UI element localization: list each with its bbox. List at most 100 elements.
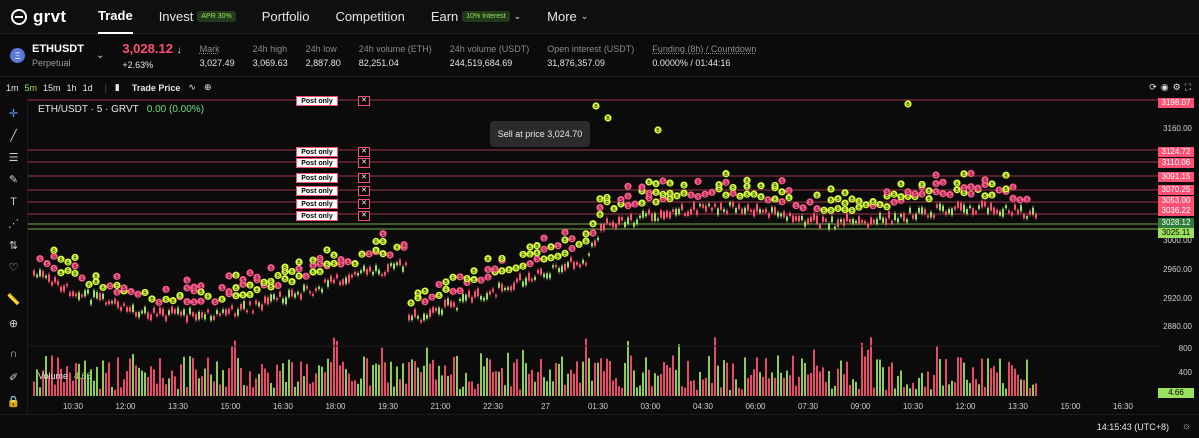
candle	[357, 272, 359, 276]
candle	[558, 268, 560, 273]
buy-marker: B	[351, 260, 359, 268]
order-label[interactable]: Post only	[296, 186, 338, 196]
buy-marker: B	[554, 252, 562, 260]
text-icon[interactable]: T	[6, 194, 21, 209]
close-icon[interactable]: ✕	[358, 211, 370, 221]
horizontal-lines-icon[interactable]: ☰	[6, 150, 21, 165]
time-tick: 03:00	[640, 402, 661, 411]
buy-marker: B	[232, 292, 240, 300]
close-icon[interactable]: ✕	[358, 158, 370, 168]
timeframe-1h[interactable]: 1h	[67, 83, 77, 93]
pattern-icon[interactable]: ⋰	[6, 216, 21, 231]
sync-icon[interactable]: ⟳	[1149, 82, 1157, 93]
candlestick-icon[interactable]: ▮	[115, 82, 120, 93]
measure-icon[interactable]: ⇅	[6, 238, 21, 253]
volume-bar	[996, 372, 998, 396]
volume-bar	[417, 367, 419, 396]
sun-icon[interactable]: ☼	[1182, 421, 1191, 432]
buy-marker: B	[519, 262, 527, 270]
timeframe-5m[interactable]: 5m	[25, 83, 38, 93]
nav-invest[interactable]: Invest APR 30%	[159, 0, 236, 34]
volume-bar	[408, 362, 410, 396]
crosshair-icon[interactable]: ✛	[6, 106, 21, 121]
sell-marker: S	[421, 298, 429, 306]
timeframe-1d[interactable]: 1d	[83, 83, 93, 93]
volume-bar	[708, 356, 710, 396]
close-icon[interactable]: ✕	[358, 186, 370, 196]
heart-icon[interactable]: ♡	[6, 260, 21, 275]
close-icon[interactable]: ✕	[358, 199, 370, 209]
symbol-selector[interactable]: ETHUSDT Perpetual	[32, 43, 84, 68]
sell-marker: S	[379, 230, 387, 238]
buy-marker: B	[393, 243, 401, 251]
trendline-icon[interactable]: ╱	[6, 128, 21, 143]
candle	[966, 209, 968, 215]
order-label[interactable]: Post only	[296, 199, 338, 209]
volume-bar	[96, 366, 98, 396]
volume-bar	[447, 375, 449, 396]
magnet-icon[interactable]: ∩	[6, 346, 21, 361]
camera-icon[interactable]: ◉	[1161, 82, 1169, 93]
volume-bar	[690, 380, 692, 396]
volume-bar	[744, 357, 746, 396]
volume-bar	[795, 385, 797, 396]
candle	[297, 291, 299, 295]
candle	[285, 297, 287, 305]
lock-drawing-icon[interactable]: ✐	[6, 370, 21, 385]
candle	[93, 290, 95, 298]
volume-bar	[660, 374, 662, 396]
candle	[174, 309, 176, 314]
close-icon[interactable]: ✕	[358, 147, 370, 157]
close-icon[interactable]: ✕	[358, 96, 370, 106]
candle	[159, 307, 161, 314]
nav-more[interactable]: More ⌄	[547, 0, 588, 34]
order-label[interactable]: Post only	[296, 158, 338, 168]
logo[interactable]: grvt	[10, 7, 72, 27]
fullscreen-icon[interactable]: ⛶	[1185, 82, 1191, 93]
settings-icon[interactable]: ⚙	[1173, 82, 1181, 93]
order-label[interactable]: Post only	[296, 211, 338, 221]
sell-marker: S	[113, 272, 121, 281]
ruler-icon[interactable]: 📏	[6, 292, 21, 307]
order-label[interactable]: Post only	[296, 147, 338, 157]
stat-funding[interactable]: Funding (8h) / Countdown 0.0000% / 01:44:…	[652, 44, 756, 68]
nav-competition[interactable]: Competition	[335, 0, 404, 34]
chart-canvas[interactable]: SSSSBBBBBBSBSBBBBSSBSBSSSBBSBSBSBSSSSSSS…	[28, 98, 1158, 402]
trade-price-toggle[interactable]: Trade Price	[132, 83, 181, 93]
add-icon[interactable]: ⊕	[204, 82, 212, 93]
sell-marker: S	[113, 288, 121, 296]
candle	[282, 298, 284, 304]
buy-marker: B	[827, 196, 835, 204]
order-label[interactable]: Post only	[296, 96, 338, 106]
volume-bar	[444, 365, 446, 396]
candle	[120, 306, 122, 311]
buy-marker: B	[876, 201, 884, 209]
buy-marker: B	[57, 269, 65, 277]
chevron-down-icon[interactable]: ⌄	[96, 50, 104, 61]
nav-portfolio[interactable]: Portfolio	[262, 0, 310, 34]
nav-trade[interactable]: Trade	[98, 0, 133, 34]
volume-bar	[156, 383, 158, 396]
volume-bar	[438, 365, 440, 396]
volume-bar	[786, 370, 788, 396]
candle	[447, 298, 449, 305]
candle	[258, 302, 260, 307]
candle	[102, 293, 104, 300]
close-icon[interactable]: ✕	[358, 173, 370, 183]
candle	[180, 311, 182, 316]
zoom-in-icon[interactable]: ⊕	[6, 316, 21, 331]
timeframe-1m[interactable]: 1m	[6, 83, 19, 93]
candle	[870, 217, 872, 225]
sell-marker: S	[225, 272, 233, 280]
brush-icon[interactable]: ✎	[6, 172, 21, 187]
lock-icon[interactable]: 🔒	[6, 394, 21, 409]
buy-marker: B	[253, 286, 261, 294]
timeframe-15m[interactable]: 15m	[43, 83, 61, 93]
candle	[444, 299, 446, 307]
volume-bar	[621, 387, 623, 396]
volume-bar	[768, 378, 770, 396]
nav-earn[interactable]: Earn 10% Interest ⌄	[431, 0, 521, 34]
indicators-icon[interactable]: ∿	[188, 82, 196, 93]
order-label[interactable]: Post only	[296, 173, 338, 183]
candle	[234, 313, 236, 317]
